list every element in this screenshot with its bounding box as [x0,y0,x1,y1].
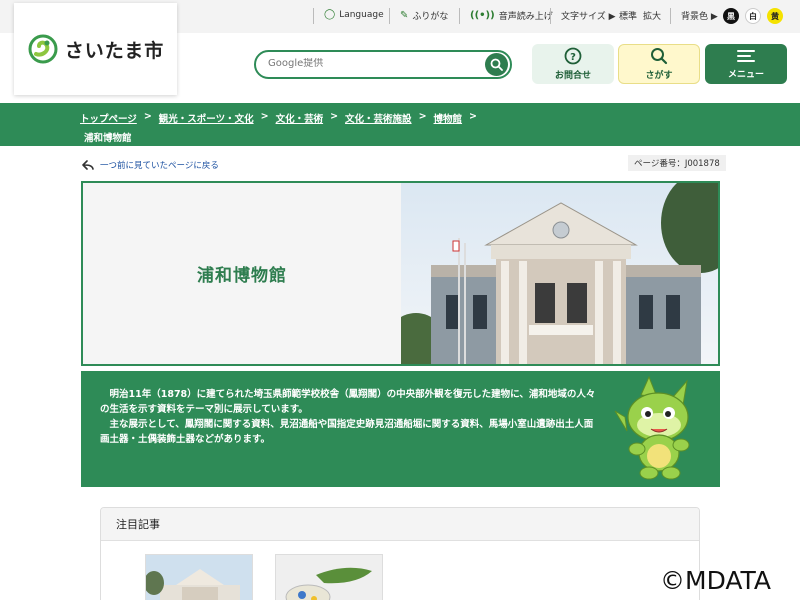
voice-reader-label: 音声読み上げ [498,12,553,22]
svg-text:?: ? [570,52,576,63]
breadcrumb-item-tourism[interactable]: 観光・スポーツ・文化 [159,111,254,125]
breadcrumb-separator: > [418,111,427,122]
breadcrumb-separator: > [260,111,269,122]
city-emblem-icon [28,34,58,64]
description-text: 明治11年（1878）に建てられた埼玉県師範学校校舎（鳳翔閣）の中央部外観を復元… [100,387,598,447]
broadcast-icon: ((•)) [470,10,495,21]
breadcrumb-links: トップページ > 観光・スポーツ・文化 > 文化・芸術 > 文化・芸術施設 > … [80,111,477,125]
featured-articles: 注目記事 [100,507,700,600]
breadcrumb-item-facilities[interactable]: 文化・芸術施設 [345,111,412,125]
furigana-link[interactable]: ✎ ふりがな [400,9,448,22]
exhibit-artifact-image [276,555,382,600]
separator [550,8,551,24]
hero-title-panel: 浦和博物館 [83,183,401,364]
voice-reader-link[interactable]: ((•)) 音声読み上げ [470,9,553,22]
breadcrumb-separator: > [143,111,152,122]
find-button[interactable]: さがす [618,44,700,84]
inquiry-button[interactable]: ? お問合せ [532,44,614,84]
breadcrumb-item-museums[interactable]: 博物館 [434,111,463,125]
separator [459,8,460,24]
bg-yellow-button[interactable]: 黄 [767,8,783,24]
bg-black-button[interactable]: 黒 [723,8,739,24]
bg-yellow-swatch: 黄 [767,8,783,24]
bg-white-swatch: 白 [745,8,761,24]
featured-article-thumbnail[interactable] [145,554,253,600]
breadcrumb-separator: > [469,111,478,122]
breadcrumb-current: 浦和博物館 [84,133,132,144]
logo-text: さいたま市 [64,39,165,62]
language-label: Language [339,9,384,20]
bg-white-button[interactable]: 白 [745,8,761,24]
featured-heading: 注目記事 [101,508,699,541]
separator [389,8,390,24]
bg-black-swatch: 黒 [723,8,739,24]
inquiry-label: お問合せ [554,71,591,81]
featured-article-thumbnail[interactable] [275,554,383,600]
find-label: さがす [645,71,673,81]
search-icon [490,58,503,71]
search-button[interactable] [485,53,508,76]
furigana-label: ふりがな [412,12,449,22]
language-link[interactable]: ◯ Language [324,9,384,20]
search-input[interactable] [268,58,468,69]
breadcrumb-separator: > [330,111,339,122]
bg-color-label: 背景色 ▶ [681,12,718,22]
mascot-character-image [614,375,690,480]
text-size-label: 文字サイズ ▶ [561,12,616,22]
back-link[interactable]: 一つ前に見ていたページに戻る [82,159,219,171]
description-paragraph: 主な展示として、鳳翔閣に関する資料、見沼通船や国指定史跡見沼通船堀に関する資料、… [100,419,594,445]
back-link-label: 一つ前に見ていたページに戻る [100,161,219,171]
menu-button[interactable]: メニュー [705,44,787,84]
pencil-icon: ✎ [400,10,409,21]
breadcrumb-item-top[interactable]: トップページ [80,111,137,125]
description-panel: 明治11年（1878）に建てられた埼玉県師範学校校舎（鳳翔閣）の中央部外観を復元… [81,371,720,487]
museum-exterior-image [146,555,252,600]
hamburger-icon [737,50,755,62]
site-logo[interactable]: さいたま市 [14,3,177,95]
separator [313,8,314,24]
back-arrow-icon [82,160,94,170]
museum-building-photo [401,183,718,364]
question-bubble-icon: ? [564,47,582,65]
search-icon [651,48,668,65]
page-title: 浦和博物館 [197,266,287,286]
description-paragraph: 明治11年（1878）に建てられた埼玉県師範学校校舎（鳳翔閣）の中央部外観を復元… [100,389,596,415]
watermark: ©MDATA [660,566,771,595]
search-box [254,50,512,79]
separator [670,8,671,24]
hero-banner: 浦和博物館 [81,181,720,366]
text-size-standard-button[interactable]: 標準 [619,9,637,22]
breadcrumb: トップページ > 観光・スポーツ・文化 > 文化・芸術 > 文化・芸術施設 > … [0,103,800,146]
globe-icon: ◯ [324,9,336,20]
menu-label: メニュー [727,70,764,80]
breadcrumb-item-culture-arts[interactable]: 文化・芸術 [276,111,324,125]
page-number: ページ番号：J001878 [628,155,726,171]
text-size-large-button[interactable]: 拡大 [643,9,661,22]
